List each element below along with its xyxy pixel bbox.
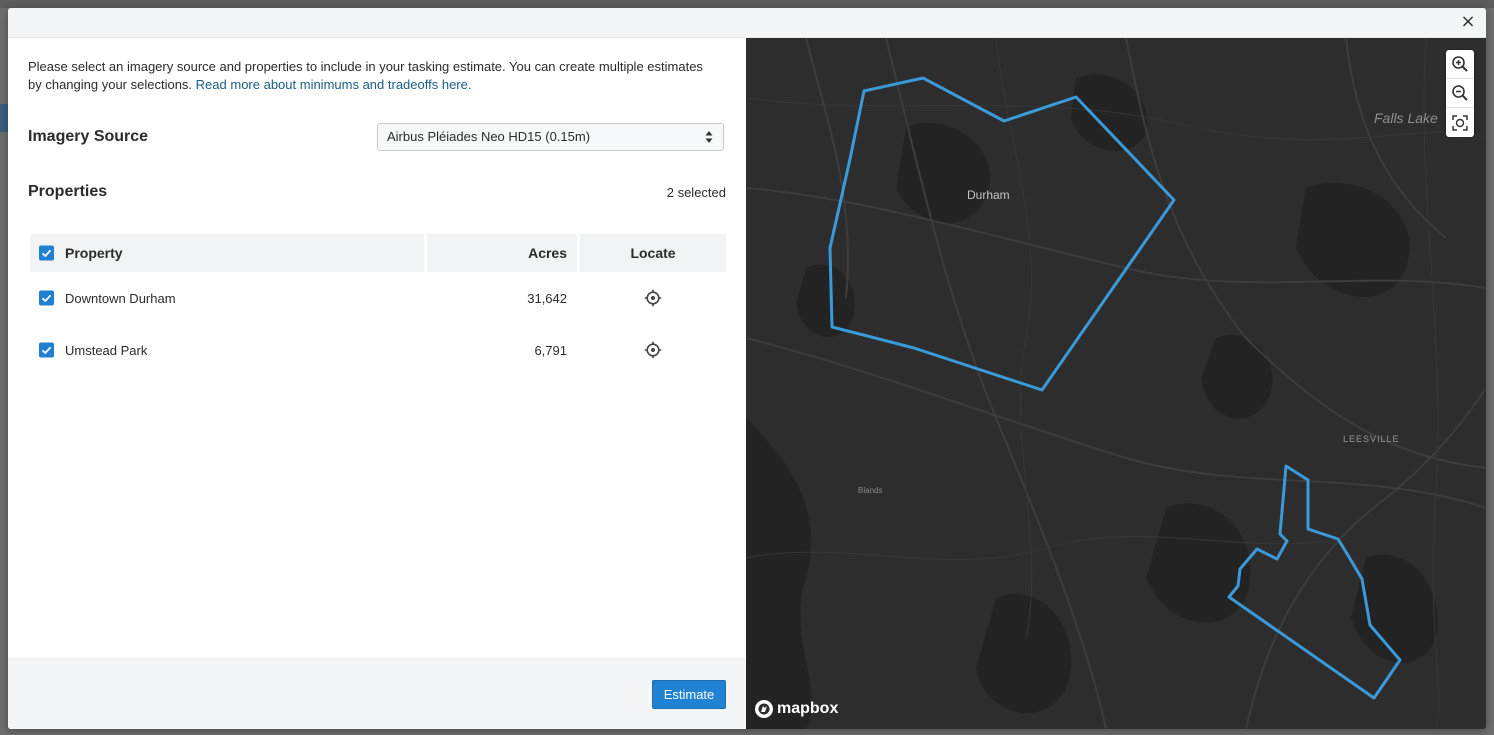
minimums-tradeoffs-link[interactable]: Read more about minimums and tradeoffs h… (196, 77, 472, 92)
map-canvas (746, 38, 1486, 729)
fit-bounds-icon (1452, 114, 1468, 131)
background-page-bar (0, 104, 8, 132)
property-cell: Umstead Park (30, 342, 424, 358)
zoom-in-button[interactable] (1446, 50, 1474, 79)
fit-bounds-button[interactable] (1446, 108, 1474, 137)
mapbox-wordmark: mapbox (777, 700, 839, 717)
check-icon (41, 249, 52, 258)
row-checkbox[interactable] (39, 290, 54, 306)
check-icon (41, 346, 52, 355)
locate-button[interactable] (644, 289, 662, 307)
table-row: Downtown Durham 31,642 (30, 272, 726, 324)
row-checkbox[interactable] (39, 342, 54, 358)
selected-count: 2 selected (666, 185, 726, 200)
map-label-leesville: LEESVILLE (1343, 434, 1400, 444)
map-controls (1446, 50, 1474, 137)
check-icon (41, 294, 52, 303)
property-cell: Downtown Durham (30, 290, 424, 306)
column-acres: Acres (427, 234, 577, 272)
select-arrows-icon (705, 131, 713, 143)
zoom-out-button[interactable] (1446, 79, 1474, 108)
locate-cell (580, 341, 726, 359)
map-view[interactable]: Durham Falls Lake LEESVILLE Blands mapbo… (746, 38, 1486, 729)
modal-header: × (8, 8, 1486, 38)
mapbox-logo-icon (755, 700, 773, 718)
property-name: Umstead Park (65, 342, 148, 358)
map-label-blands: Blands (858, 486, 883, 495)
background-page (0, 0, 1494, 8)
intro-text: Please select an imagery source and prop… (28, 58, 718, 94)
acres-cell: 31,642 (527, 290, 567, 306)
locate-cell (580, 289, 726, 307)
locate-button[interactable] (644, 341, 662, 359)
imagery-source-label: Imagery Source (28, 128, 149, 145)
map-label-falls-lake: Falls Lake (1374, 110, 1438, 126)
selection-panel: Please select an imagery source and prop… (8, 38, 746, 729)
column-locate: Locate (580, 234, 726, 272)
column-property-label: Property (65, 245, 123, 261)
close-button[interactable]: × (1458, 12, 1478, 32)
imagery-source-select[interactable]: Airbus Pléiades Neo HD15 (0.15m) (377, 123, 724, 151)
zoom-in-icon (1452, 56, 1468, 72)
property-name: Downtown Durham (65, 290, 176, 306)
imagery-source-value: Airbus Pléiades Neo HD15 (0.15m) (387, 129, 591, 144)
table-row: Umstead Park 6,791 (30, 324, 726, 376)
properties-table: Property Acres Locate Downtown Durham 31… (30, 234, 726, 376)
column-property: Property (30, 234, 424, 272)
properties-label: Properties (28, 183, 108, 200)
zoom-out-icon (1452, 85, 1468, 101)
crosshair-icon (644, 341, 662, 359)
estimate-button[interactable]: Estimate (652, 680, 726, 709)
acres-cell: 6,791 (534, 342, 567, 358)
table-header: Property Acres Locate (30, 234, 726, 272)
modal-footer: Estimate (8, 658, 746, 729)
estimate-modal: × Please select an imagery source and pr… (8, 8, 1486, 729)
select-all-checkbox[interactable] (39, 245, 54, 261)
crosshair-icon (644, 289, 662, 307)
map-label-durham: Durham (967, 188, 1010, 202)
mapbox-attribution[interactable]: mapbox (754, 699, 838, 719)
